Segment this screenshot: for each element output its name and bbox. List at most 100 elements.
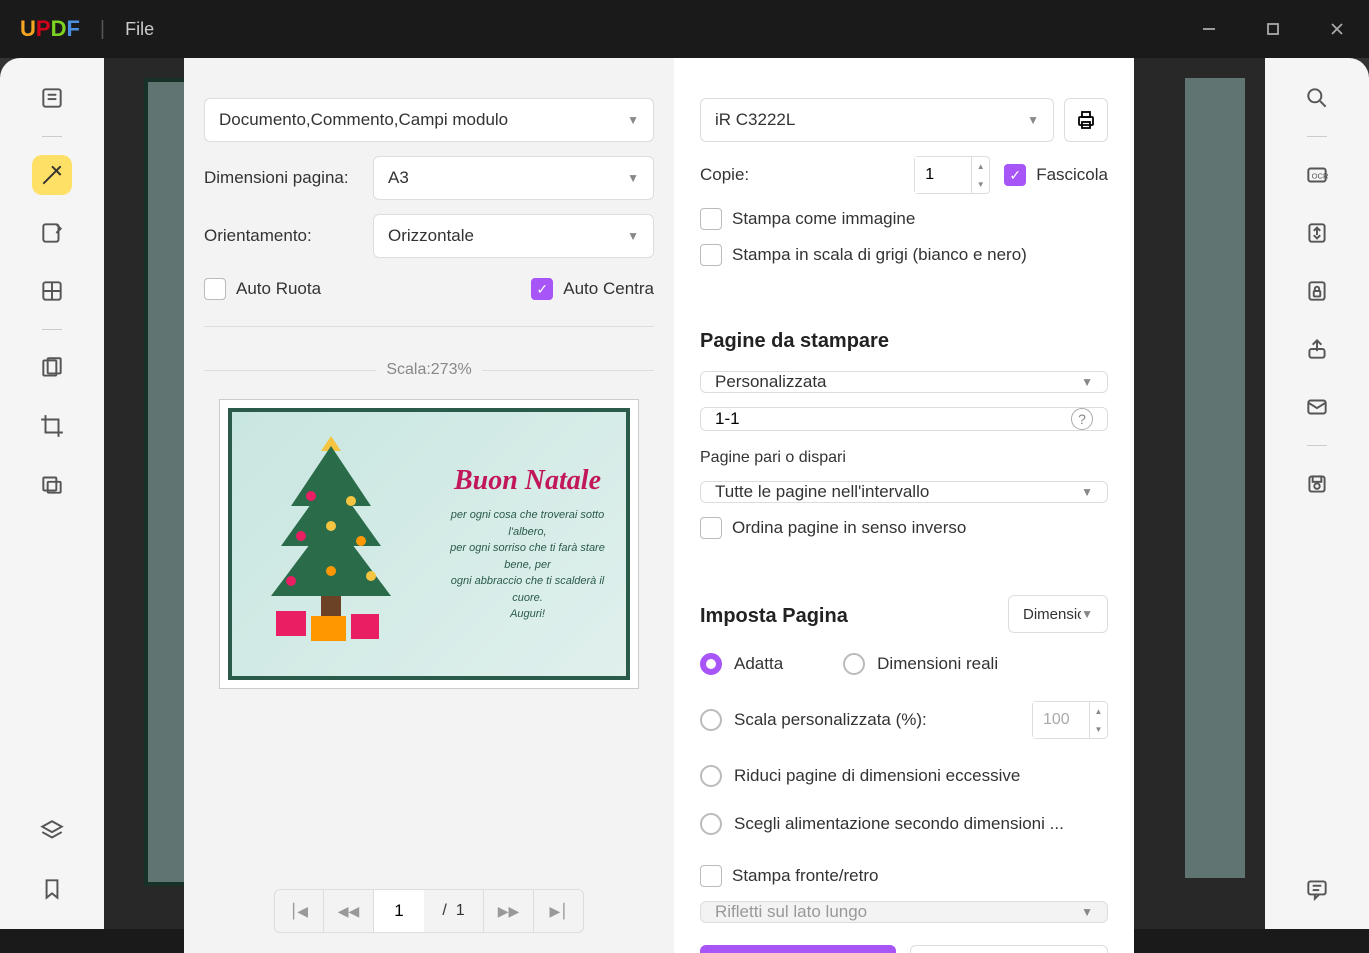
auto-center-checkbox[interactable]: ✓ Auto Centra (531, 278, 654, 300)
preview-text: per ogni cosa che troverai sotto l'alber… (439, 507, 616, 623)
help-icon[interactable]: ? (1071, 408, 1093, 430)
spinner-down-icon[interactable]: ▼ (972, 175, 989, 193)
content-type-value: Documento,Commento,Campi modulo (219, 110, 508, 130)
reader-tool-icon[interactable] (32, 78, 72, 118)
radio-icon (700, 765, 722, 787)
chevron-down-icon: ▼ (1081, 905, 1093, 919)
pages-tool-icon[interactable] (32, 271, 72, 311)
close-button[interactable] (1325, 17, 1349, 41)
spinner-down-icon[interactable]: ▼ (1090, 720, 1107, 738)
custom-scale-radio[interactable]: Scala personalizzata (%): ▲▼ (700, 695, 1108, 745)
minimize-button[interactable] (1197, 17, 1221, 41)
paper-feed-radio[interactable]: Scegli alimentazione secondo dimensioni … (700, 807, 1108, 841)
comment-icon[interactable] (1297, 869, 1337, 909)
odd-even-value: Tutte le pagine nell'intervallo (715, 482, 929, 502)
checkbox-checked-icon: ✓ (531, 278, 553, 300)
page-range-input[interactable] (715, 409, 1071, 429)
radio-icon (843, 653, 865, 675)
right-toolbar: OCR (1265, 58, 1369, 929)
print-options-panel: iR C3222L ▼ Copie: ▲▼ ✓ Fascicola (674, 58, 1134, 953)
page-size-select[interactable]: A3 ▼ (373, 156, 654, 200)
print-button[interactable]: Stampa (700, 945, 896, 953)
first-page-button[interactable]: ⎮◀ (274, 889, 324, 933)
page-range-input-wrapper: ? (700, 407, 1108, 431)
copies-label: Copie: (700, 165, 900, 185)
print-as-image-checkbox[interactable]: Stampa come immagine (700, 208, 1108, 230)
prev-page-button[interactable]: ◀◀ (324, 889, 374, 933)
radio-icon (700, 813, 722, 835)
divider: | (100, 18, 105, 41)
shrink-radio[interactable]: Riduci pagine di dimensioni eccessive (700, 759, 1108, 793)
odd-even-select[interactable]: Tutte le pagine nell'intervallo ▼ (700, 481, 1108, 503)
printer-icon (1074, 108, 1098, 132)
checkbox-icon (700, 208, 722, 230)
spinner-up-icon[interactable]: ▲ (1090, 702, 1107, 720)
preview-pager: ⎮◀ ◀◀ / 1 ▶▶ ▶⎮ (204, 889, 654, 933)
collate-checkbox[interactable]: ✓ Fascicola (1004, 164, 1108, 186)
separator (42, 329, 62, 330)
chevron-down-icon: ▼ (1027, 113, 1039, 127)
copies-spinner[interactable]: ▲▼ (914, 156, 990, 194)
copies-input[interactable] (915, 157, 971, 193)
app-logo: UPDF (20, 16, 80, 42)
redact-tool-icon[interactable] (32, 464, 72, 504)
svg-text:OCR: OCR (1312, 171, 1329, 180)
page-setup-mode-select[interactable]: Dimension ▼ (1008, 595, 1108, 633)
printer-select[interactable]: iR C3222L ▼ (700, 98, 1054, 142)
email-icon[interactable] (1297, 387, 1337, 427)
chevron-down-icon: ▼ (1081, 375, 1093, 389)
ocr-icon[interactable]: OCR (1297, 155, 1337, 195)
highlight-tool-icon[interactable] (32, 155, 72, 195)
crop-tool-icon[interactable] (32, 406, 72, 446)
scale-label: Scala:273% (386, 361, 471, 379)
save-icon[interactable] (1297, 464, 1337, 504)
maximize-button[interactable] (1261, 17, 1285, 41)
content-type-select[interactable]: Documento,Commento,Campi modulo ▼ (204, 98, 654, 142)
protect-icon[interactable] (1297, 271, 1337, 311)
actual-size-radio[interactable]: Dimensioni reali (843, 647, 998, 681)
chevron-down-icon: ▼ (627, 171, 639, 185)
auto-rotate-label: Auto Ruota (236, 279, 321, 299)
printer-name: iR C3222L (715, 110, 795, 130)
chevron-down-icon: ▼ (627, 229, 639, 243)
orientation-label: Orientamento: (204, 226, 359, 246)
print-as-image-label: Stampa come immagine (732, 209, 915, 229)
bookmark-icon[interactable] (32, 869, 72, 909)
search-icon[interactable] (1297, 78, 1337, 118)
chevron-down-icon: ▼ (1081, 607, 1093, 621)
convert-icon[interactable] (1297, 213, 1337, 253)
custom-scale-label: Scala personalizzata (%): (734, 710, 927, 730)
cancel-button[interactable]: Annulla (910, 945, 1108, 953)
orientation-select[interactable]: Orizzontale ▼ (373, 214, 654, 258)
next-page-button[interactable]: ▶▶ (484, 889, 534, 933)
page-setup-title: Imposta Pagina (700, 605, 848, 628)
custom-scale-spinner[interactable]: ▲▼ (1032, 701, 1108, 739)
reverse-order-checkbox[interactable]: Ordina pagine in senso inverso (700, 517, 1108, 539)
separator (42, 136, 62, 137)
print-dialog: Documento,Commento,Campi modulo ▼ Dimens… (184, 58, 1134, 953)
shrink-label: Riduci pagine di dimensioni eccessive (734, 766, 1020, 786)
form-tool-icon[interactable] (32, 348, 72, 388)
separator (1307, 445, 1327, 446)
printer-properties-button[interactable] (1064, 98, 1108, 142)
layers-icon[interactable] (32, 811, 72, 851)
custom-scale-input[interactable] (1033, 702, 1089, 738)
actual-size-label: Dimensioni reali (877, 654, 998, 674)
edit-tool-icon[interactable] (32, 213, 72, 253)
share-icon[interactable] (1297, 329, 1337, 369)
chevron-down-icon: ▼ (1081, 485, 1093, 499)
duplex-checkbox[interactable]: Stampa fronte/retro (700, 865, 1108, 887)
page-total: / 1 (424, 889, 484, 933)
fit-radio[interactable]: Adatta (700, 647, 783, 681)
page-input[interactable] (374, 889, 424, 933)
last-page-button[interactable]: ▶⎮ (534, 889, 584, 933)
spinner-up-icon[interactable]: ▲ (972, 157, 989, 175)
checkbox-icon (700, 244, 722, 266)
auto-rotate-checkbox[interactable]: Auto Ruota (204, 278, 321, 300)
duplex-mode-value: Rifletti sul lato lungo (715, 902, 867, 922)
page-range-type-select[interactable]: Personalizzata ▼ (700, 371, 1108, 393)
print-preview: Buon Natale per ogni cosa che troverai s… (219, 399, 639, 689)
collate-label: Fascicola (1036, 165, 1108, 185)
file-menu[interactable]: File (125, 19, 154, 40)
grayscale-checkbox[interactable]: Stampa in scala di grigi (bianco e nero) (700, 244, 1108, 266)
